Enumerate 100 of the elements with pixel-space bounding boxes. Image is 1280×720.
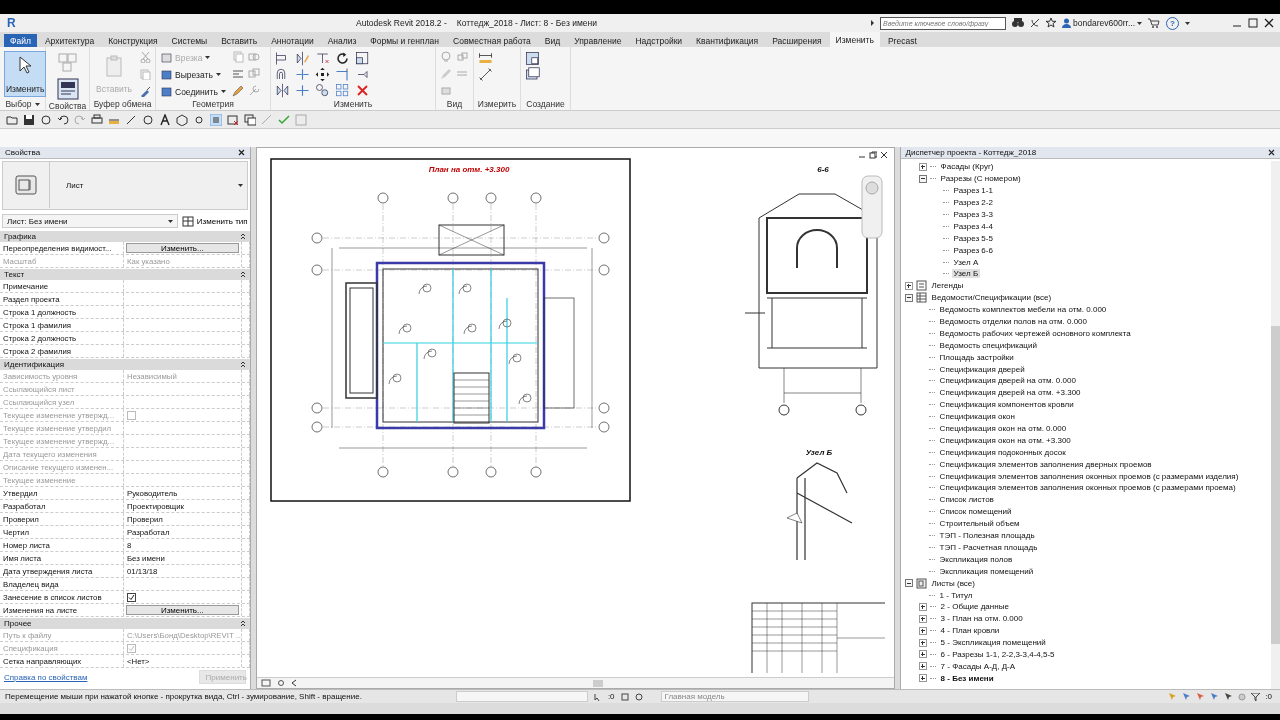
- face-select-icon[interactable]: [1210, 692, 1220, 701]
- extend-icon[interactable]: [335, 67, 350, 82]
- split-icon[interactable]: [295, 83, 310, 98]
- ribbon-tab[interactable]: Изменить: [829, 32, 880, 47]
- brush-icon[interactable]: [139, 85, 152, 97]
- scale-icon[interactable]: [355, 51, 370, 66]
- tree-item[interactable]: 4 - План кровли: [938, 626, 1002, 636]
- tree-item[interactable]: Разрез 2-2: [951, 198, 995, 208]
- thin-lines-icon[interactable]: [210, 113, 222, 126]
- sun-icon[interactable]: [276, 679, 285, 687]
- tree-item[interactable]: Ведомость комплектов мебели на отм. 0.000: [937, 305, 1109, 315]
- dimension-icon[interactable]: [125, 113, 137, 126]
- expand-toggle[interactable]: [918, 638, 927, 647]
- drag-icon[interactable]: [1224, 692, 1234, 701]
- tree-item[interactable]: Ведомости/Спецификации (все): [929, 293, 1054, 303]
- binoculars-icon[interactable]: [1012, 18, 1025, 28]
- print-icon[interactable]: [91, 113, 103, 126]
- expand-toggle[interactable]: [918, 614, 927, 623]
- filter-icon[interactable]: [1251, 692, 1261, 701]
- worksets-icon[interactable]: [620, 692, 629, 701]
- scroll-thumb[interactable]: [592, 679, 603, 687]
- expand-toggle[interactable]: [918, 162, 927, 171]
- tree-item[interactable]: Площадь застройки: [937, 352, 1016, 362]
- mirror-icon[interactable]: [295, 51, 310, 66]
- tree-item[interactable]: Ведомость отделки полов на отм. 0.000: [937, 317, 1089, 326]
- edit-type-button[interactable]: Изменить тип: [181, 215, 248, 227]
- tree-item[interactable]: Список помещений: [937, 507, 1014, 517]
- file-menu-button[interactable]: Файл: [4, 34, 37, 47]
- group-header[interactable]: Прочее: [4, 619, 32, 629]
- tree-item[interactable]: Разрез 6-6: [951, 245, 995, 255]
- collapse-icon[interactable]: [239, 361, 246, 369]
- checkbox[interactable]: [127, 592, 136, 602]
- tree-item[interactable]: Ведомость спецификаций: [937, 340, 1039, 350]
- ribbon-tab[interactable]: Расширения: [766, 34, 828, 47]
- tree-item[interactable]: Спецификация окон: [937, 412, 1017, 422]
- expand-toggle[interactable]: [918, 626, 927, 635]
- ribbon-tab[interactable]: Совместная работа: [447, 34, 537, 47]
- tree-item[interactable]: ТЭП - Полезная площадь: [937, 531, 1037, 541]
- undo-icon[interactable]: [57, 113, 69, 126]
- group-header[interactable]: Графика: [4, 232, 36, 242]
- tree-item[interactable]: Спецификация окон на отм. 0.000: [937, 424, 1069, 434]
- tool-button[interactable]: Вырезать: [160, 68, 227, 81]
- close-icon[interactable]: [1268, 149, 1275, 156]
- tree-item[interactable]: Спецификация компонентов кровли: [937, 400, 1076, 410]
- user-menu[interactable]: bondarev600rr...: [1062, 18, 1142, 28]
- tree-item[interactable]: Список листов: [937, 495, 996, 505]
- tree-item[interactable]: Спецификация дверей на отм. 0.000: [937, 376, 1078, 386]
- expand-toggle[interactable]: [918, 674, 927, 683]
- instance-dropdown[interactable]: Лист: Без имени: [2, 214, 178, 229]
- tree-item[interactable]: Фасады (Круг): [938, 162, 996, 172]
- rotate-icon[interactable]: [335, 51, 350, 66]
- properties-icon[interactable]: [55, 77, 80, 101]
- assembly-icon[interactable]: [525, 51, 540, 66]
- collapse-icon[interactable]: [239, 620, 246, 628]
- group-header[interactable]: Идентификация: [4, 360, 64, 370]
- select-icon[interactable]: [593, 692, 602, 701]
- type-selector[interactable]: Лист: [2, 160, 248, 210]
- move-icon[interactable]: [315, 67, 330, 82]
- tree-item[interactable]: Легенды: [929, 281, 966, 291]
- close-icon[interactable]: [879, 151, 888, 159]
- pencil-icon[interactable]: [231, 85, 244, 97]
- tree-item[interactable]: Листы (все): [929, 578, 977, 588]
- tree-item[interactable]: 7 - Фасады А-Д, Д-А: [938, 661, 1018, 671]
- cart-icon[interactable]: [1148, 18, 1160, 28]
- tree-item[interactable]: Спецификация дверей на отм. +3.300: [937, 388, 1083, 398]
- array-icon[interactable]: [335, 83, 350, 98]
- delete-icon[interactable]: [355, 83, 370, 98]
- tree-item[interactable]: Спецификация элементов заполнения дверных проемов: [937, 459, 1154, 469]
- parts-icon[interactable]: [525, 67, 540, 82]
- tree-item[interactable]: ТЭП - Расчетная площадь: [937, 542, 1040, 552]
- check-icon[interactable]: [278, 113, 290, 126]
- tree-item[interactable]: Спецификация элементов заполнения оконных проемов (с размерами изделия): [937, 471, 1241, 481]
- ribbon-tab[interactable]: Надстройки: [629, 34, 689, 47]
- text-icon[interactable]: [159, 113, 171, 126]
- tree-item[interactable]: Спецификация дверей: [937, 364, 1027, 374]
- workset-field[interactable]: Главная модель: [660, 691, 809, 702]
- open-icon[interactable]: [6, 113, 18, 126]
- expand-toggle[interactable]: [918, 662, 927, 671]
- close-icon[interactable]: [237, 148, 245, 156]
- restore-icon[interactable]: [868, 151, 877, 159]
- tree-item[interactable]: Спецификация элементов заполнения оконных проемов (с размерами проема): [937, 483, 1238, 493]
- ribbon-tab[interactable]: Precast: [881, 34, 923, 47]
- tree-item[interactable]: 8 - Без имени: [938, 673, 996, 683]
- maximize-icon[interactable]: [1248, 18, 1258, 28]
- ribbon-tab[interactable]: Вставить: [215, 34, 264, 47]
- ribbon-tab[interactable]: Системы: [165, 34, 214, 47]
- collapse-icon[interactable]: [239, 233, 246, 241]
- group-header[interactable]: Текст: [4, 270, 25, 280]
- tree-item[interactable]: 6 - Разрезы 1-1, 2-2,3-3,4-4,5-5: [938, 649, 1057, 659]
- tree-item[interactable]: Разрез 5-5: [951, 233, 995, 243]
- ribbon-tab[interactable]: Аннотации: [265, 34, 320, 47]
- tree-item[interactable]: Спецификация подоконных досок: [937, 447, 1068, 457]
- collapse-toggle[interactable]: [904, 579, 913, 588]
- tree-item[interactable]: Спецификация окон на отм. +3.300: [937, 435, 1073, 445]
- ribbon-tab[interactable]: Управление: [568, 34, 628, 47]
- tree-item[interactable]: Узел Б: [951, 269, 981, 279]
- dimension-icon[interactable]: [478, 67, 493, 82]
- tree-item[interactable]: 1 - Титул: [937, 590, 975, 600]
- tree-item[interactable]: Строительный объем: [937, 519, 1022, 529]
- windows-icon[interactable]: [244, 113, 256, 126]
